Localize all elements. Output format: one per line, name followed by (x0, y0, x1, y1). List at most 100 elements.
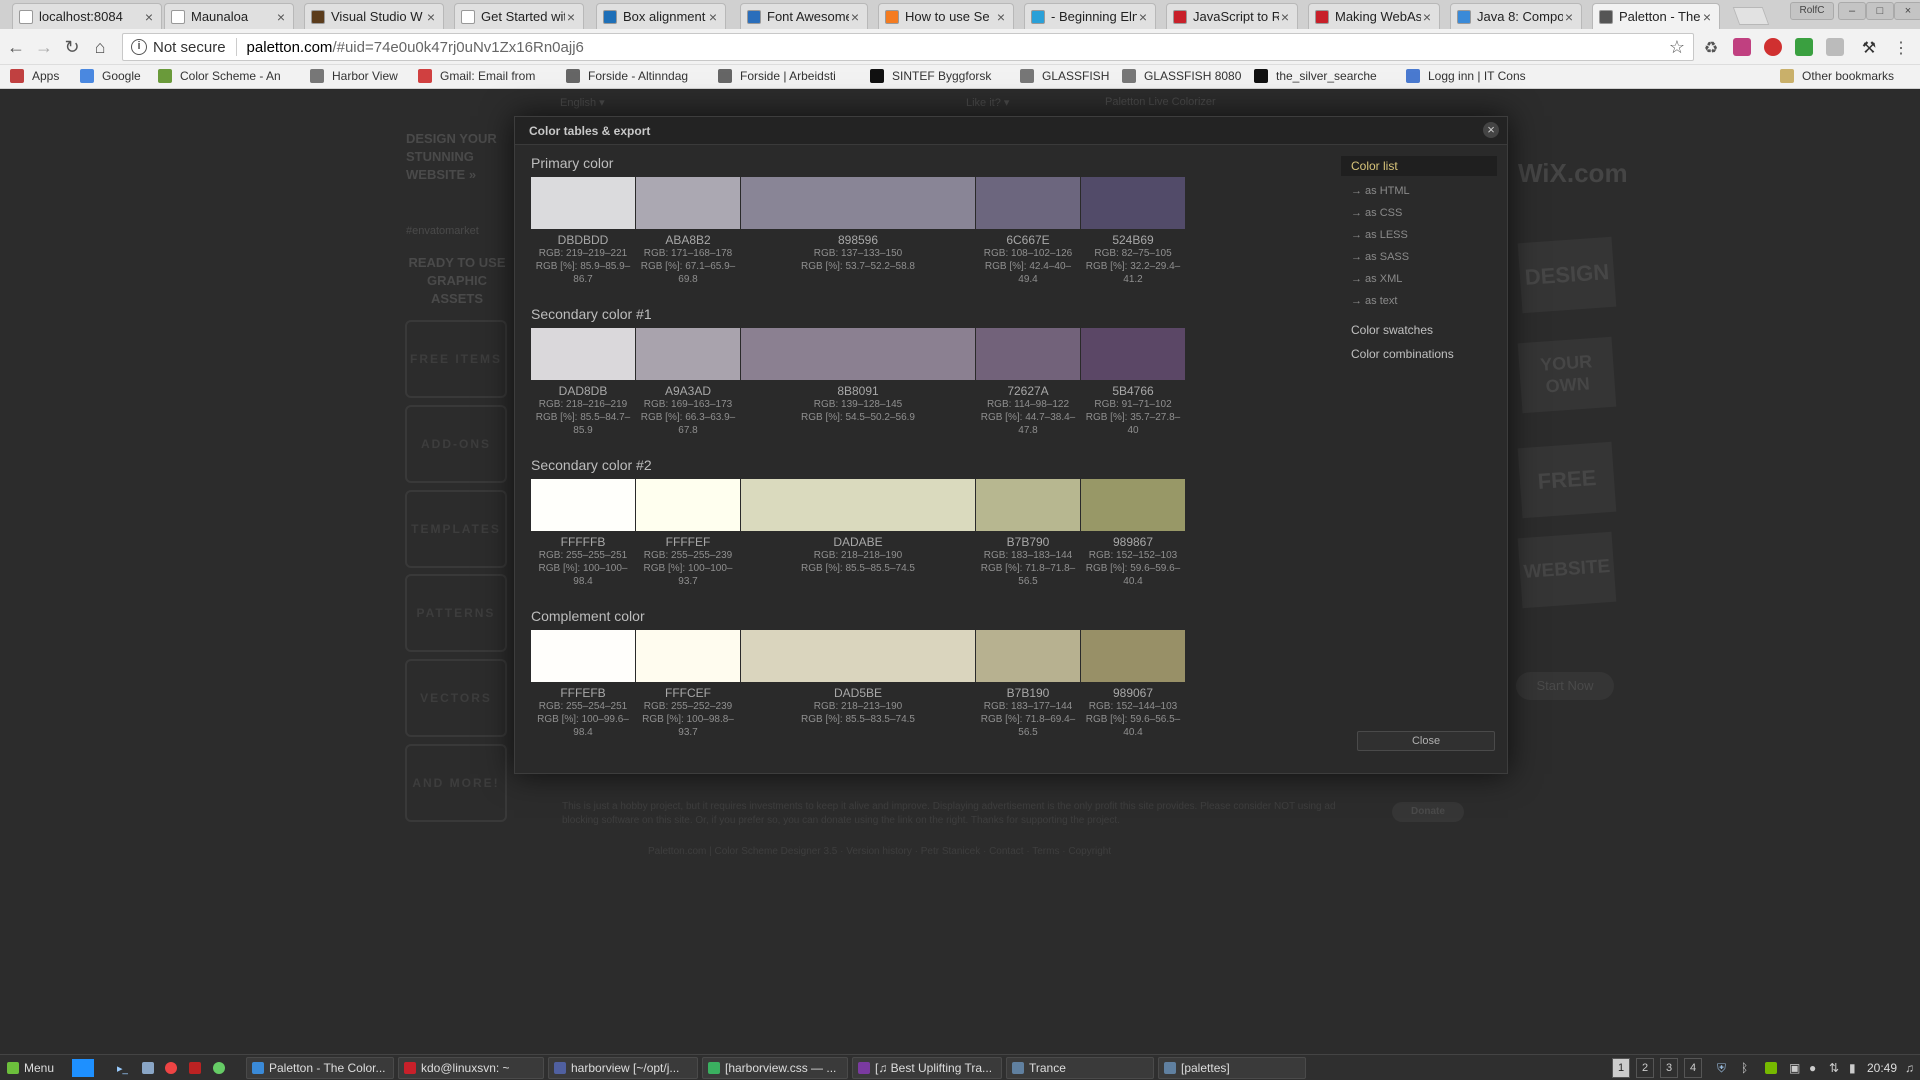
color-swatch[interactable] (531, 630, 635, 682)
bookmark-item[interactable]: Google (80, 69, 141, 83)
browser-tab[interactable]: Box alignment × (596, 3, 726, 29)
browser-tab[interactable]: localhost:8084 × (12, 3, 162, 29)
browser-tab[interactable]: Maunaloa × (164, 3, 294, 29)
workspace-2[interactable]: 2 (1636, 1058, 1654, 1078)
tab-close-icon[interactable]: × (849, 9, 861, 25)
color-swatch[interactable] (636, 630, 740, 682)
bookmark-item[interactable]: Apps (10, 69, 59, 83)
browser-tab[interactable]: - Beginning Eln × (1024, 3, 1156, 29)
color-swatch[interactable] (636, 177, 740, 229)
green-extension-icon[interactable] (1795, 38, 1813, 56)
bookmark-item[interactable]: Gmail: Email from (418, 69, 535, 83)
bookmark-item[interactable]: GLASSFISH (1020, 69, 1109, 83)
free-items-button[interactable]: FREE ITEMS (405, 320, 507, 398)
live-colorizer-link[interactable]: Paletton Live Colorizer (1105, 96, 1216, 108)
address-bar[interactable]: i Not secure paletton.com/#uid=74e0u0k47… (122, 33, 1694, 61)
bookmark-item[interactable]: Forside - Altinndag (566, 69, 688, 83)
tools-extension-icon[interactable]: ⚒ (1860, 38, 1878, 57)
battery-icon[interactable]: ▮ (1844, 1057, 1860, 1079)
color-swatch[interactable] (741, 177, 975, 229)
taskbar-window-button[interactable]: [harborview.css — ... (702, 1057, 848, 1079)
color-extension-icon[interactable] (1733, 38, 1751, 56)
tab-close-icon[interactable]: × (707, 9, 719, 25)
bookmark-item[interactable]: Forside | Arbeidsti (718, 69, 836, 83)
back-icon[interactable]: ← (6, 37, 26, 57)
chrome-launcher-icon[interactable] (160, 1057, 178, 1079)
donate-button[interactable]: Donate (1392, 802, 1464, 822)
bluetooth-icon[interactable]: ᛒ (1736, 1057, 1752, 1079)
color-swatch[interactable] (531, 328, 635, 380)
browser-tab[interactable]: Visual Studio W × (304, 3, 444, 29)
vectors-button[interactable]: VECTORS (405, 659, 507, 737)
taskbar-window-button[interactable]: harborview [~/opt/j... (548, 1057, 698, 1079)
new-tab-button[interactable] (1732, 7, 1770, 25)
browser-tab[interactable]: Paletton - The C× (1592, 3, 1720, 29)
tab-close-icon[interactable]: × (1137, 9, 1149, 25)
display-icon[interactable]: ▣ (1784, 1057, 1800, 1079)
chrome-menu-icon[interactable]: ⋮ (1892, 38, 1910, 57)
tab-close-icon[interactable]: × (143, 9, 155, 25)
browser-tab[interactable]: JavaScript to R × (1166, 3, 1298, 29)
tab-close-icon[interactable]: × (1563, 9, 1575, 25)
color-swatch[interactable] (636, 479, 740, 531)
clock[interactable]: 20:49 (1862, 1057, 1902, 1079)
browser-tab[interactable]: How to use Se × (878, 3, 1014, 29)
nvidia-icon[interactable] (1760, 1057, 1780, 1079)
network-icon[interactable]: ⇅ (1824, 1057, 1840, 1079)
color-swatch[interactable] (976, 177, 1080, 229)
menu-color-list[interactable]: Color list (1341, 156, 1497, 176)
settings-launcher-icon[interactable] (208, 1057, 226, 1079)
color-swatch[interactable] (531, 177, 635, 229)
bookmark-item[interactable]: SINTEF Byggforsk (870, 69, 991, 83)
maximize-button[interactable]: □ (1866, 2, 1894, 20)
color-swatch[interactable] (976, 479, 1080, 531)
bookmark-star-icon[interactable]: ☆ (1669, 37, 1685, 58)
tab-close-icon[interactable]: × (275, 9, 287, 25)
workspace-1[interactable]: 1 (1612, 1058, 1630, 1078)
files-launcher-icon[interactable] (137, 1057, 155, 1079)
menu-color-combinations[interactable]: Color combinations (1341, 342, 1497, 366)
language-link[interactable]: English ▾ (560, 96, 605, 109)
patterns-button[interactable]: PATTERNS (405, 574, 507, 652)
color-swatch[interactable] (1081, 630, 1185, 682)
volume-icon[interactable]: ♫ (1900, 1057, 1916, 1079)
start-now-button[interactable]: Start Now (1516, 672, 1614, 700)
reload-icon[interactable]: ↻ (62, 37, 82, 57)
user-icon[interactable]: ● (1804, 1057, 1820, 1079)
close-window-button[interactable]: × (1894, 2, 1920, 20)
app-launcher-icon[interactable] (184, 1057, 202, 1079)
bookmark-item[interactable]: GLASSFISH 8080 (1122, 69, 1241, 83)
info-icon[interactable]: i (131, 39, 147, 55)
export-as-css[interactable]: → as CSS (1341, 202, 1497, 224)
terminal-launcher-icon[interactable]: ▸_ (112, 1057, 128, 1079)
browser-tab[interactable]: Java 8: Compo × (1450, 3, 1582, 29)
color-swatch[interactable] (636, 328, 740, 380)
color-swatch[interactable] (976, 630, 1080, 682)
home-icon[interactable]: ⌂ (90, 37, 110, 57)
forward-icon[interactable]: → (34, 37, 54, 57)
addons-button[interactable]: ADD-ONS (405, 405, 507, 483)
templates-button[interactable]: TEMPLATES (405, 490, 507, 568)
close-icon[interactable]: × (1483, 122, 1499, 138)
tab-close-icon[interactable]: × (425, 9, 437, 25)
bookmark-item[interactable]: Color Scheme - An (158, 69, 281, 83)
workspace-4[interactable]: 4 (1684, 1058, 1702, 1078)
browser-tab[interactable]: Get Started wit × (454, 3, 584, 29)
show-desktop-icon[interactable] (72, 1059, 94, 1077)
export-as-xml[interactable]: → as XML (1341, 268, 1497, 290)
taskbar-window-button[interactable]: Trance (1006, 1057, 1154, 1079)
browser-tab[interactable]: Making WebAs × (1308, 3, 1440, 29)
taskbar-window-button[interactable]: [♫ Best Uplifting Tra... (852, 1057, 1002, 1079)
browser-tab[interactable]: Font Awesome × (740, 3, 868, 29)
taskbar-window-button[interactable]: [palettes] (1158, 1057, 1306, 1079)
bookmark-item[interactable]: Logg inn | IT Cons (1406, 69, 1526, 83)
bookmark-item[interactable]: Harbor View (310, 69, 398, 83)
recycle-extension-icon[interactable]: ♻ (1702, 38, 1720, 57)
color-swatch[interactable] (1081, 328, 1185, 380)
color-swatch[interactable] (531, 479, 635, 531)
color-swatch[interactable] (741, 630, 975, 682)
close-button[interactable]: Close (1357, 731, 1495, 751)
color-swatch[interactable] (1081, 177, 1185, 229)
shield-icon[interactable]: ⛨ (1712, 1057, 1728, 1079)
like-link[interactable]: Like it? ▾ (966, 96, 1009, 109)
